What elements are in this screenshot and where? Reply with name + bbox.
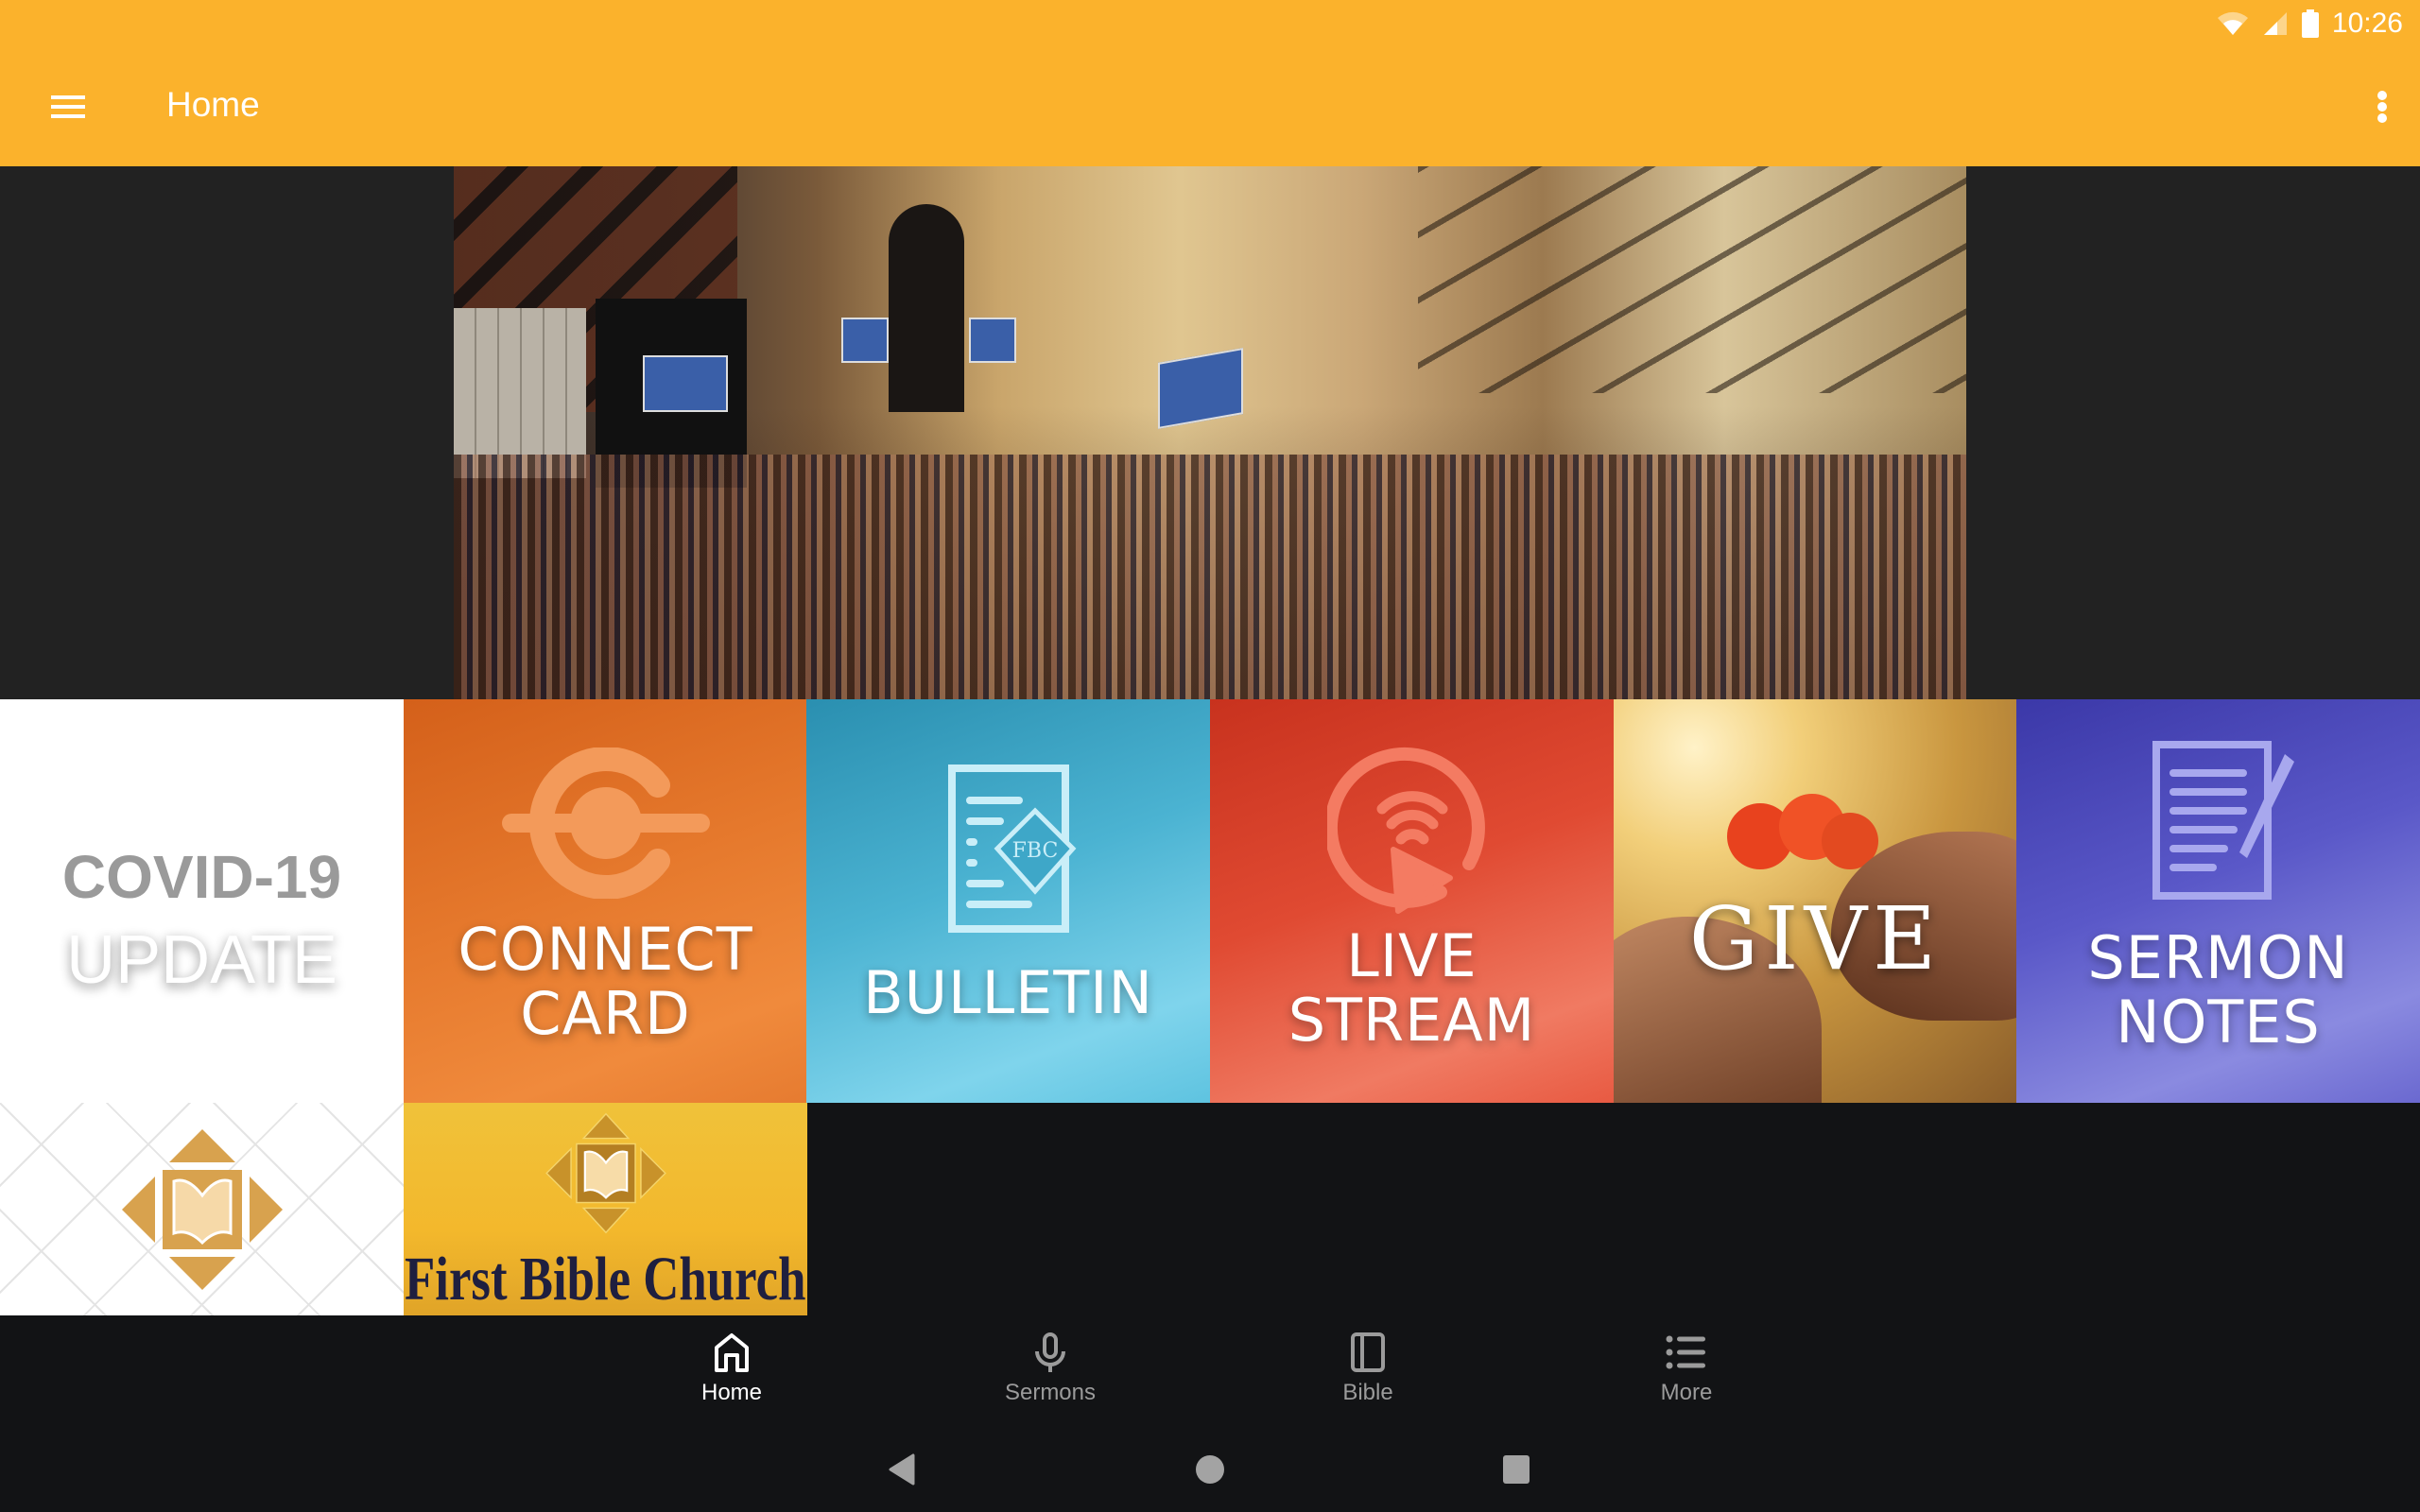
banner-crowd [454,454,1966,699]
home-icon [715,1333,749,1372]
nav-label-more: More [1660,1380,1713,1405]
fbc-bible-logo-icon [121,1128,283,1290]
banner-screen [969,318,1016,363]
list-icon [1666,1335,1705,1369]
banner-gym-truss [1418,166,1966,393]
tile-first-bible-church[interactable]: First Bible Church [404,1103,807,1315]
tile-bulletin-label: BULLETIN [863,957,1153,1027]
nav-label-home: Home [700,1380,763,1405]
more-vert-icon-dot [2377,113,2387,123]
nav-item-more[interactable]: More [1592,1332,1781,1406]
nav-item-home[interactable]: Home [637,1332,826,1406]
tile-sermon-line1: SERMON [2087,922,2349,992]
back-triangle-icon [889,1453,915,1486]
nav-label-sermons: Sermons [1004,1380,1097,1405]
system-recents-button[interactable] [1501,1453,1531,1490]
banner-screen [841,318,889,363]
toolbar: Home [0,47,2420,166]
tile-sermon-notes[interactable]: SERMON NOTES [2016,699,2420,1103]
book-icon [1351,1332,1385,1372]
tile-sermon-line2: NOTES [2116,987,2321,1057]
recents-square-icon [1503,1455,1530,1484]
bottom-navigation: Home Sermons Bible More [0,1315,2420,1427]
nav-item-sermons[interactable]: Sermons [956,1332,1145,1406]
tile-live-line2: STREAM [1288,985,1536,1055]
banner-screen [1158,348,1243,429]
tile-fbc-name: First Bible Church [405,1245,806,1314]
banner-arch [889,204,964,412]
wifi-icon [2217,11,2248,36]
bulletin-fbc-text: FBC [1011,839,1058,863]
live-stream-play-icon [1326,747,1485,914]
tile-covid-title: COVID-19 [61,842,342,911]
tile-give-label: GIVE [1688,888,1943,989]
more-vert-icon-dot [2377,102,2387,112]
system-navigation-bar [0,1427,2420,1512]
system-back-button[interactable] [887,1453,917,1490]
tile-bulletin[interactable]: FBC BULLETIN [806,699,1210,1103]
fbc-bible-logo-icon [544,1112,666,1234]
overflow-menu-button[interactable] [2365,85,2399,129]
tile-covid-subtitle: UPDATE [66,921,337,998]
banner-wall-panels [454,308,586,478]
hero-area [0,166,2420,699]
hamburger-menu-icon-bar [51,105,85,109]
church-banner-image[interactable] [454,166,1966,699]
page-title: Home [166,85,260,124]
tile-live-line1: LIVE [1346,920,1478,990]
nav-label-bible: Bible [1342,1380,1393,1405]
app-bar: 10:26 Home [0,0,2420,166]
tile-connect-line2: CARD [520,978,691,1048]
tile-give[interactable]: GIVE [1614,699,2017,1103]
nav-item-bible[interactable]: Bible [1273,1332,1462,1406]
battery-icon [2301,9,2319,38]
bulletin-document-icon: FBC [947,764,1076,933]
hamburger-menu-icon [51,95,85,99]
system-home-button[interactable] [1195,1453,1225,1490]
microphone-icon [1035,1332,1065,1372]
tile-live-stream[interactable]: LIVE STREAM [1210,699,1614,1103]
tile-connect-card[interactable]: CONNECT CARD [404,699,807,1103]
navigation-drawer-button[interactable] [49,88,87,126]
hamburger-menu-icon-bar [51,114,85,118]
notes-pen-icon [2152,740,2294,900]
tile-connect-line1: CONNECT [458,914,753,984]
banner-screen [643,355,728,412]
home-circle-icon [1196,1455,1224,1484]
status-time: 10:26 [2331,8,2403,39]
connect-c-icon [501,747,710,899]
cellular-signal-icon [2263,12,2287,35]
more-vert-icon [2377,91,2387,100]
status-bar: 10:26 [2217,0,2420,47]
tile-covid-update[interactable]: COVID-19 UPDATE [0,699,404,1103]
tile-church-logo[interactable] [0,1103,404,1315]
